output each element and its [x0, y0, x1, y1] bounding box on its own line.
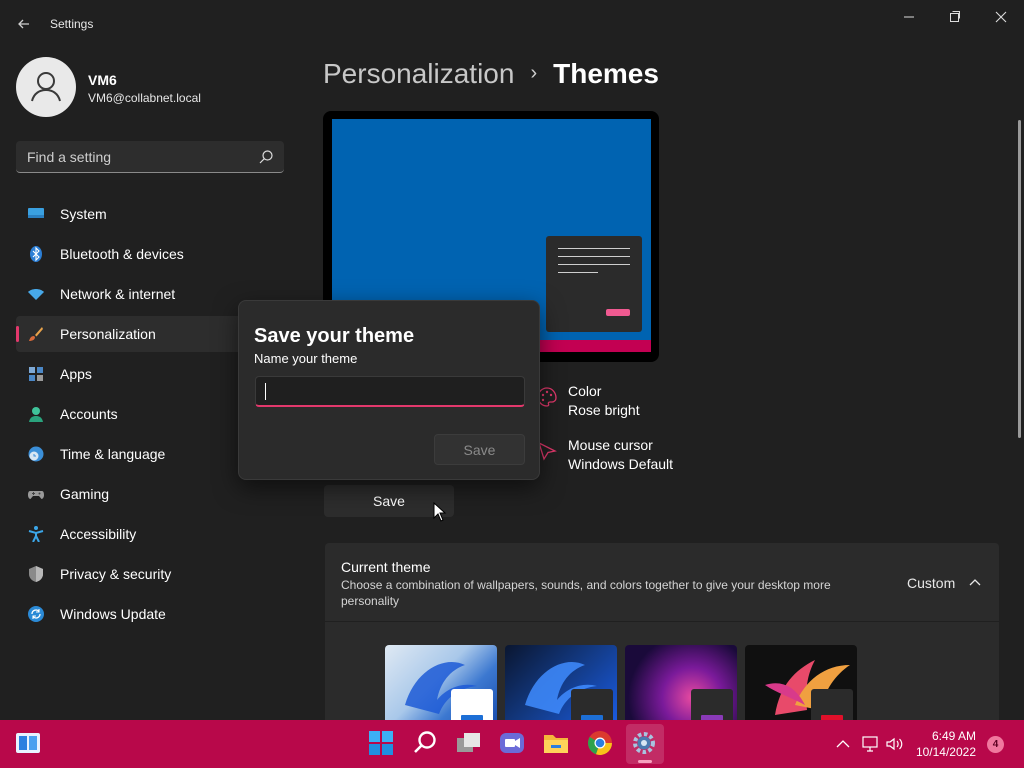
dialog-save-button[interactable]: Save	[434, 434, 525, 465]
active-app-indicator	[638, 760, 652, 763]
theme-name-input[interactable]	[255, 376, 525, 407]
file-explorer-icon[interactable]	[543, 730, 571, 758]
search-icon[interactable]	[258, 149, 274, 165]
current-theme-card[interactable]: Current theme Choose a combination of wa…	[325, 543, 999, 621]
sidebar-item-label: Windows Update	[60, 606, 166, 622]
chevron-up-icon[interactable]	[834, 736, 852, 752]
theme-thumbnail[interactable]	[505, 645, 617, 720]
start-icon[interactable]	[368, 730, 396, 758]
close-icon[interactable]	[988, 8, 1014, 26]
sidebar-item-label: Bluetooth & devices	[60, 246, 184, 262]
clock-date[interactable]: 10/14/2022	[916, 745, 976, 759]
sidebar-item-gaming[interactable]: Gaming	[16, 476, 296, 512]
sidebar-item-label: Time & language	[60, 446, 166, 462]
system-icon	[28, 208, 44, 218]
chevron-up-icon[interactable]	[967, 575, 983, 591]
sidebar-item-label: Apps	[60, 366, 92, 382]
mouse-pointer-icon	[433, 502, 447, 522]
person-icon	[31, 72, 61, 102]
current-theme-description: Choose a combination of wallpapers, soun…	[341, 578, 831, 608]
restore-icon[interactable]	[942, 8, 968, 26]
brush-icon	[29, 327, 43, 341]
wifi-icon	[28, 289, 44, 300]
scrollbar[interactable]	[1018, 120, 1021, 438]
sidebar-item-windows-update[interactable]: Windows Update	[16, 596, 296, 632]
sidebar-item-system[interactable]: System	[16, 196, 296, 232]
search-input[interactable]	[16, 141, 246, 172]
shield-icon	[29, 566, 43, 582]
mouse-cursor-value: Windows Default	[568, 456, 674, 472]
widgets-icon[interactable]	[15, 730, 43, 758]
current-theme-value: Custom	[907, 575, 956, 591]
chat-icon[interactable]	[499, 730, 527, 758]
gamepad-icon	[28, 491, 44, 499]
color-value: Rose bright	[568, 402, 640, 418]
sidebar-item-label: Privacy & security	[60, 566, 172, 582]
sidebar-item-accessibility[interactable]: Accessibility	[16, 516, 296, 552]
save-theme-dialog: Save your theme Name your theme Save	[238, 300, 540, 480]
active-indicator	[16, 326, 19, 342]
sidebar-item-privacy[interactable]: Privacy & security	[16, 556, 296, 592]
update-icon	[28, 606, 44, 622]
clock-time[interactable]: 6:49 AM	[932, 729, 976, 743]
current-theme-title: Current theme	[341, 559, 431, 575]
apps-icon	[29, 367, 43, 381]
search-box[interactable]	[16, 141, 284, 173]
theme-thumbnail[interactable]	[385, 645, 497, 720]
sidebar-item-label: Accounts	[60, 406, 118, 422]
theme-thumbnail[interactable]	[625, 645, 737, 720]
theme-gallery	[325, 622, 999, 720]
volume-icon[interactable]	[886, 736, 904, 752]
breadcrumb-parent[interactable]: Personalization	[323, 58, 514, 89]
settings-icon[interactable]	[631, 730, 659, 758]
sidebar-item-label: Gaming	[60, 486, 110, 502]
back-arrow-icon[interactable]	[14, 14, 34, 34]
sidebar-item-label: Personalization	[60, 326, 156, 342]
preview-window	[546, 236, 642, 332]
mouse-cursor-title[interactable]: Mouse cursor	[568, 437, 653, 453]
user-email: VM6@collabnet.local	[88, 91, 201, 105]
clock-globe-icon	[28, 446, 44, 462]
dialog-input-label: Name your theme	[254, 351, 358, 366]
sidebar-item-bluetooth[interactable]: Bluetooth & devices	[16, 236, 296, 272]
window-title: Settings	[50, 17, 94, 31]
minimize-icon[interactable]	[896, 8, 922, 26]
avatar[interactable]	[16, 57, 76, 117]
breadcrumb-separator: ›	[530, 62, 538, 84]
breadcrumb: Personalization › Themes	[323, 58, 659, 90]
search-icon[interactable]	[412, 730, 440, 758]
chrome-icon[interactable]	[587, 730, 615, 758]
bluetooth-icon	[30, 246, 42, 262]
page-title: Themes	[553, 58, 659, 89]
network-icon[interactable]	[861, 736, 879, 752]
sidebar-item-label: Network & internet	[60, 286, 176, 302]
accessibility-icon	[28, 526, 44, 542]
dialog-title: Save your theme	[254, 325, 415, 347]
sidebar-item-label: System	[60, 206, 107, 222]
sidebar-item-label: Accessibility	[60, 526, 137, 542]
theme-thumbnail[interactable]	[745, 645, 857, 720]
color-title[interactable]: Color	[568, 383, 601, 399]
notification-badge[interactable]: 4	[987, 736, 1004, 753]
text-caret	[265, 383, 266, 400]
user-name: VM6	[88, 72, 117, 88]
task-view-icon[interactable]	[456, 730, 484, 758]
person-icon	[29, 407, 43, 422]
title-bar: Settings	[0, 0, 1024, 48]
